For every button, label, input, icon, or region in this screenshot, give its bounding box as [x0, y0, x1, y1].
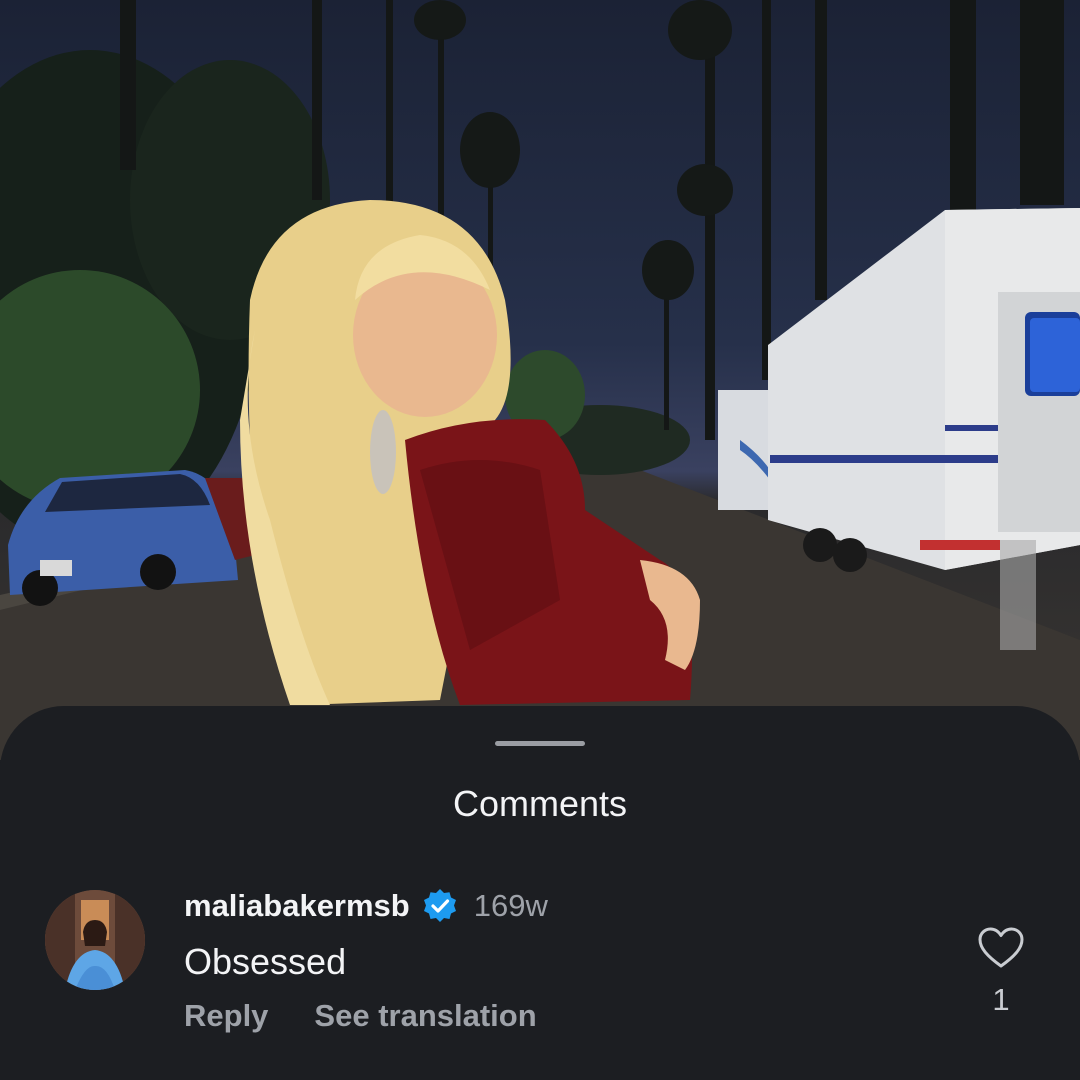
like-count: 1: [992, 982, 1010, 1017]
comment-header: maliabakermsb 169w: [184, 886, 548, 926]
comment-actions: Reply See translation: [184, 998, 537, 1034]
heart-outline-icon[interactable]: [972, 926, 1030, 970]
post-photo: [0, 0, 1080, 760]
sheet-drag-handle[interactable]: [495, 741, 585, 746]
comments-sheet: Comments maliabakermsb 169w Obsessed Rep…: [0, 706, 1080, 1080]
comment-item: maliabakermsb 169w Obsessed Reply See tr…: [0, 886, 1080, 1056]
like-button[interactable]: 1: [972, 926, 1030, 1018]
avatar[interactable]: [45, 890, 145, 990]
comments-screen: Comments maliabakermsb 169w Obsessed Rep…: [0, 0, 1080, 1080]
comment-username[interactable]: maliabakermsb: [184, 888, 410, 924]
sheet-title: Comments: [452, 783, 628, 824]
comment-text: Obsessed: [184, 941, 347, 982]
verified-badge-icon: [422, 888, 458, 924]
see-translation-button[interactable]: See translation: [314, 998, 536, 1034]
reply-button[interactable]: Reply: [184, 998, 268, 1034]
comment-timestamp: 169w: [473, 888, 548, 923]
